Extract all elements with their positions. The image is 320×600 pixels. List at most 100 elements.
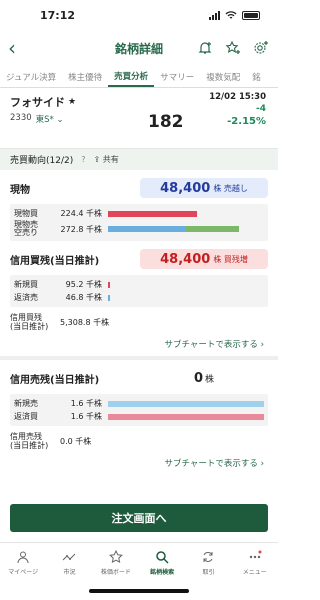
market-icon <box>63 553 76 560</box>
margin-sell-summary: 0 株 <box>140 371 268 386</box>
spot-section: 現物 48,400 株 売越し 現物買 224.4 千株 現物売 空売り 272… <box>0 176 278 241</box>
home-indicator <box>89 589 189 593</box>
row-value: 5,308.8 千株 <box>60 317 110 327</box>
new-buy-bar <box>108 281 110 288</box>
tab-label: 株価ボード <box>100 568 131 576</box>
row-value: 0.0 千株 <box>60 436 92 446</box>
tab-menu[interactable]: メニュー <box>232 543 278 582</box>
bell-plus-icon[interactable] <box>196 39 214 57</box>
subchart-link[interactable]: サブチャートで表示する › <box>10 457 268 469</box>
bar-row: 返済売 46.8 千株 <box>14 291 264 304</box>
row-label: 返済売 <box>14 292 38 302</box>
gear-plus-icon[interactable] <box>252 39 270 57</box>
status-time: 17:12 <box>40 8 76 22</box>
tab-visual-earnings[interactable]: ジュアル決算 <box>0 66 62 87</box>
row-label: 信用買残 (当日推計) <box>10 313 49 331</box>
menu-icon <box>249 550 262 558</box>
margin-buy-badge: 48,400 株 買残増 <box>140 249 268 269</box>
order-screen-button[interactable]: 注文画面へ <box>10 504 268 532</box>
row-value: 95.2 千株 <box>65 280 102 289</box>
help-icon[interactable]: ? <box>81 155 85 164</box>
row-label: 信用売残 (当日推計) <box>10 432 49 450</box>
price-change-pct: -2.15% <box>227 116 266 127</box>
status-icons <box>209 10 260 20</box>
spot-label: 現物 <box>10 184 30 196</box>
bar-row: 新規売 1.6 千株 <box>14 397 264 410</box>
price-change: -4 <box>256 104 266 114</box>
share-icon: ⇪ <box>93 155 101 164</box>
repay-buy-bar <box>108 413 264 420</box>
signal-icon <box>209 10 220 20</box>
bar-row: 現物買 224.4 千株 <box>14 207 264 220</box>
subchart-link[interactable]: サブチャートで表示する › <box>10 338 268 350</box>
market-selector[interactable]: 東S* ⌄ <box>36 113 64 125</box>
trade-icon <box>203 551 213 562</box>
spot-value: 48,400 <box>160 180 211 196</box>
stock-name: フォサイド <box>10 96 65 109</box>
sell-bar <box>108 226 186 232</box>
tab-shareholder-benefits[interactable]: 株主優待 <box>62 66 108 87</box>
search-icon <box>156 550 169 564</box>
margin-sell-value: 0 <box>193 370 204 386</box>
battery-icon <box>242 10 260 20</box>
wifi-icon <box>225 10 237 19</box>
tab-trade-analysis[interactable]: 売買分析 <box>108 66 155 87</box>
segment-tabs: ジュアル決算 株主優待 売買分析 サマリー 複数気配 銘 <box>0 66 278 88</box>
tab-label: 取引 <box>202 568 215 576</box>
margin-buy-bars: 新規買 95.2 千株 返済売 46.8 千株 <box>10 275 268 307</box>
row-label: 現物買 <box>14 208 38 218</box>
market-label: 東S* <box>35 115 54 125</box>
back-chevron-icon[interactable]: ‹ <box>8 36 32 60</box>
margin-sell-total-row: 信用売残 (当日推計) 0.0 千株 <box>10 431 268 451</box>
short-sell-bar <box>186 226 240 232</box>
nav-bar: ‹ 銘柄詳細 <box>0 30 278 66</box>
trend-title: 売買動向(12/2) <box>10 156 74 166</box>
tab-label: マイページ <box>8 568 39 576</box>
stock-code: 2330 <box>10 113 32 123</box>
bottom-tab-bar: マイページ 市況 株価ボード 銘柄検索 取引 メニュー <box>0 542 278 582</box>
share-label: 共有 <box>102 155 119 164</box>
tab-order-book[interactable]: 複数気配 <box>200 66 246 87</box>
tab-trade[interactable]: 取引 <box>185 543 231 582</box>
tab-mypage[interactable]: マイページ <box>0 543 46 582</box>
tab-more[interactable]: 銘 <box>246 66 267 87</box>
margin-sell-section: 信用売残(当日推計) 0 株 新規売 1.6 千株 返済買 1.6 千株 信用売… <box>0 366 278 469</box>
row-label: 現物売 空売り <box>14 220 38 237</box>
bar-row: 現物売 空売り 272.8 千株 <box>14 220 264 238</box>
share-button[interactable]: ⇪ 共有 <box>93 154 118 165</box>
row-label: 新規売 <box>14 398 38 408</box>
favorite-star-icon[interactable]: ★ <box>68 97 76 107</box>
bar-row: 返済買 1.6 千株 <box>14 410 264 423</box>
row-value: 224.4 千株 <box>60 209 102 218</box>
tab-stock-search[interactable]: 銘柄検索 <box>139 543 185 582</box>
tab-stock-board[interactable]: 株価ボード <box>93 543 139 582</box>
trend-header: 売買動向(12/2) ? ⇪ 共有 <box>0 148 278 170</box>
tab-label: メニュー <box>242 568 267 576</box>
spot-summary-badge: 48,400 株 売越し <box>140 178 268 198</box>
status-bar: 17:12 <box>0 0 278 30</box>
tab-market[interactable]: 市況 <box>46 543 92 582</box>
margin-buy-label: 信用買残(当日推計) <box>10 255 100 267</box>
bar-row: 新規買 95.2 千株 <box>14 278 264 291</box>
repay-sell-bar <box>108 294 110 301</box>
margin-buy-section: 信用買残(当日推計) 48,400 株 買残増 新規買 95.2 千株 返済売 … <box>0 247 278 350</box>
row-value: 46.8 千株 <box>65 293 102 302</box>
row-value: 272.8 千株 <box>60 224 102 234</box>
row-value: 1.6 千株 <box>70 399 102 408</box>
quote-time: 12/02 15:30 <box>209 92 266 102</box>
row-label: 返済買 <box>14 411 38 421</box>
tab-summary[interactable]: サマリー <box>154 66 200 87</box>
margin-sell-label: 信用売残(当日推計) <box>10 374 100 386</box>
margin-buy-value: 48,400 <box>160 251 211 267</box>
star-icon <box>108 549 123 563</box>
quote-header: フォサイド ★ 2330 東S* ⌄ 182 12/02 15:30 -4 -2… <box>0 88 278 148</box>
margin-sell-unit: 株 <box>205 374 215 385</box>
margin-buy-unit: 株 買残増 <box>213 254 248 264</box>
row-value: 1.6 千株 <box>70 412 102 421</box>
star-plus-icon[interactable] <box>224 39 242 57</box>
margin-buy-total-row: 信用買残 (当日推計) 5,308.8 千株 <box>10 312 268 332</box>
new-sell-bar <box>108 400 264 407</box>
spot-bars: 現物買 224.4 千株 現物売 空売り 272.8 千株 <box>10 204 268 241</box>
chevron-down-icon: ⌄ <box>56 115 64 125</box>
stock-price: 182 <box>148 112 184 132</box>
